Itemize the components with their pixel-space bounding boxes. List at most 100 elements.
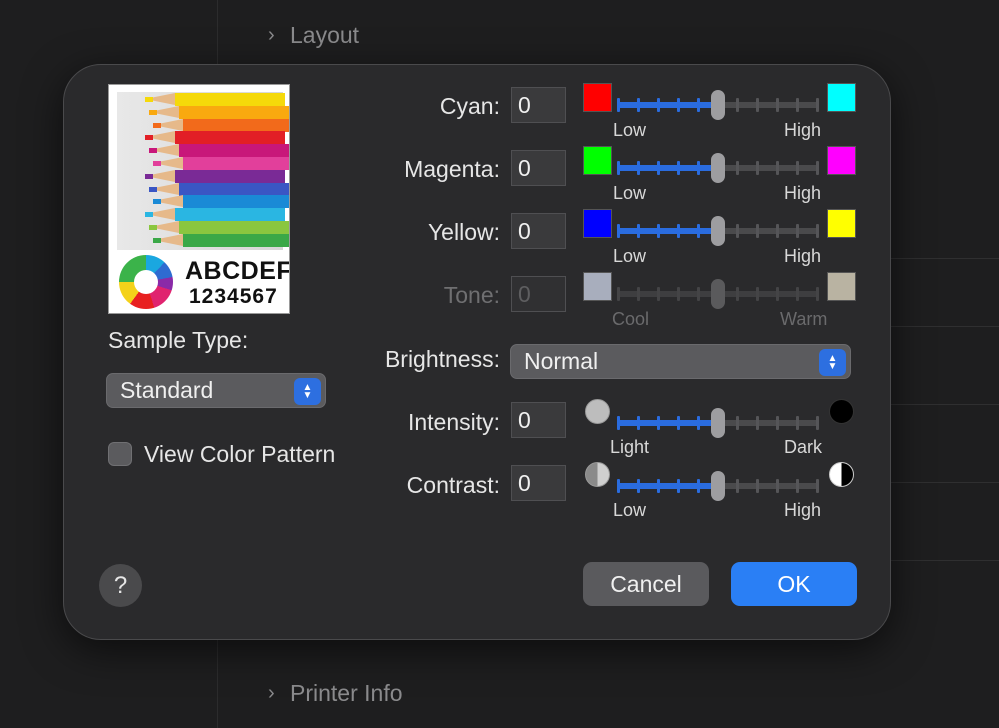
printer-info-disclosure[interactable]: › Printer Info	[268, 680, 403, 707]
yellow-high-caption: High	[784, 246, 822, 266]
preview-text-numbers: 1234567	[189, 285, 278, 308]
slider-tick	[796, 479, 799, 493]
yellow-slider[interactable]	[617, 216, 819, 246]
slider-tick	[736, 479, 739, 493]
slider-tick	[736, 161, 739, 175]
slider-knob[interactable]	[711, 90, 725, 120]
slider-tick	[677, 98, 680, 112]
slider-tick	[617, 224, 620, 238]
tone-label: Tone:	[443, 282, 500, 308]
tone-high-swatch	[827, 272, 856, 301]
pencil	[145, 93, 285, 106]
contrast-slider[interactable]	[617, 471, 819, 501]
slider-tick	[776, 224, 779, 238]
magenta-field[interactable]: 0	[511, 150, 566, 186]
contrast-high-caption: High	[784, 500, 822, 520]
slider-tick	[677, 224, 680, 238]
slider-tick	[756, 224, 759, 238]
slider-tick	[697, 416, 700, 430]
slider-tick	[617, 161, 620, 175]
slider-tick	[736, 416, 739, 430]
slider-tick	[816, 479, 819, 493]
slider-knob[interactable]	[711, 153, 725, 183]
color-adjust-dialog: ABCDEF 1234567 Sample Type: Standard ▲ ▼ …	[63, 64, 891, 640]
slider-tick	[736, 287, 739, 301]
magenta-high-caption: High	[784, 183, 822, 203]
pencil	[149, 221, 289, 234]
magenta-low-caption: Low	[613, 183, 647, 203]
slider-knob[interactable]	[711, 408, 725, 438]
help-button[interactable]: ?	[99, 564, 142, 607]
row-divider	[890, 404, 999, 405]
row-divider	[890, 258, 999, 259]
low-contrast-icon	[585, 462, 610, 487]
contrast-low-caption: Low	[613, 500, 647, 520]
slider-tick	[677, 416, 680, 430]
view-color-pattern-label[interactable]: View Color Pattern	[144, 441, 335, 468]
cancel-button[interactable]: Cancel	[583, 562, 709, 606]
brightness-value: Normal	[524, 348, 599, 374]
slider-tick	[677, 161, 680, 175]
yellow-field[interactable]: 0	[511, 213, 566, 249]
slider-tick	[776, 98, 779, 112]
slider-tick	[697, 98, 700, 112]
pencil	[149, 182, 289, 196]
slider-tick	[756, 479, 759, 493]
slider-tick	[657, 287, 660, 301]
slider-knob[interactable]	[711, 471, 725, 501]
slider-tick	[677, 479, 680, 493]
popup-arrows-icon: ▲ ▼	[819, 349, 846, 376]
slider-tick	[776, 161, 779, 175]
yellow-label: Yellow:	[427, 219, 500, 245]
slider-tick	[637, 161, 640, 175]
layout-section-label: Layout	[290, 22, 360, 48]
slider-tick	[657, 479, 660, 493]
intensity-slider[interactable]	[617, 408, 819, 438]
row-divider	[890, 326, 999, 327]
ok-button[interactable]: OK	[731, 562, 857, 606]
slider-tick	[697, 161, 700, 175]
yellow-high-swatch	[827, 209, 856, 238]
slider-tick	[637, 98, 640, 112]
magenta-high-swatch	[827, 146, 856, 175]
layout-disclosure[interactable]: › Layout	[268, 22, 359, 49]
tone-slider	[617, 279, 819, 309]
slider-tick	[657, 416, 660, 430]
contrast-field[interactable]: 0	[511, 465, 566, 501]
cyan-field[interactable]: 0	[511, 87, 566, 123]
slider-tick	[677, 287, 680, 301]
slider-tick	[697, 479, 700, 493]
high-contrast-icon	[829, 462, 854, 487]
slider-tick	[756, 287, 759, 301]
slider-tick	[796, 287, 799, 301]
slider-tick	[756, 161, 759, 175]
sample-type-popup[interactable]: Standard ▲ ▼	[106, 373, 326, 408]
view-color-pattern-checkbox[interactable]	[108, 442, 132, 466]
slider-tick	[816, 416, 819, 430]
sample-preview-image: ABCDEF 1234567	[108, 84, 290, 314]
tone-low-swatch	[583, 272, 612, 301]
pencil	[153, 118, 289, 132]
magenta-slider[interactable]	[617, 153, 819, 183]
slider-tick	[617, 98, 620, 112]
sample-type-value: Standard	[120, 377, 214, 403]
slider-tick	[617, 479, 620, 493]
brightness-popup[interactable]: Normal ▲ ▼	[510, 344, 851, 379]
slider-tick	[736, 224, 739, 238]
preview-text-letters: ABCDEF	[185, 257, 290, 285]
slider-knob[interactable]	[711, 216, 725, 246]
intensity-field[interactable]: 0	[511, 402, 566, 438]
slider-tick	[796, 224, 799, 238]
slider-tick	[637, 416, 640, 430]
slider-tick	[816, 161, 819, 175]
cyan-slider[interactable]	[617, 90, 819, 120]
yellow-low-caption: Low	[613, 246, 647, 266]
cyan-label: Cyan:	[439, 93, 500, 119]
dark-circle-icon	[829, 399, 854, 424]
slider-knob[interactable]	[711, 279, 725, 309]
cyan-high-swatch	[827, 83, 856, 112]
pencil	[145, 169, 285, 183]
chevron-right-icon: ›	[268, 682, 275, 704]
slider-tick	[697, 287, 700, 301]
popup-arrows-icon: ▲ ▼	[294, 378, 321, 405]
